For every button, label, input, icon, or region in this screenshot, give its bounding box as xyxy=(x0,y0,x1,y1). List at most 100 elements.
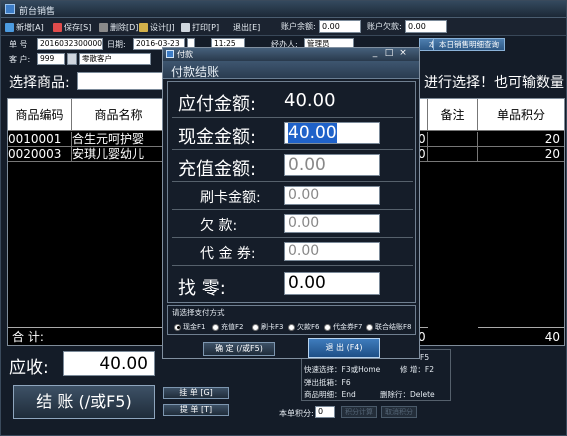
method-card-radio[interactable]: 刷卡F3 xyxy=(252,322,283,332)
radio-icon xyxy=(324,323,331,331)
dialog-title: 付款 xyxy=(177,50,193,59)
debt-input[interactable]: 0.00 xyxy=(284,214,380,233)
shortcut-popup: 弹出抵箱：F6 xyxy=(304,378,351,387)
method-cash-radio[interactable]: 现金F1 xyxy=(174,322,205,332)
shortcut-delete-row: 删除行：Delete xyxy=(380,390,435,399)
save-icon xyxy=(53,22,62,32)
payment-method-title: 请选择支付方式 xyxy=(172,308,225,317)
score-label: 本单积分: xyxy=(279,409,314,418)
radio-icon xyxy=(288,323,295,331)
table-row-2-remark[interactable] xyxy=(428,147,478,162)
payment-dialog: 付款 _ □ × 付款结账 应付金额: 40.00 现金金额: 40.00 充值… xyxy=(162,47,420,359)
voucher-row: 代 金 券: 0.00 xyxy=(172,238,413,266)
save-button[interactable]: 保存[S] xyxy=(53,20,91,34)
debt-row: 欠 款: 0.00 xyxy=(172,210,413,238)
table-row-2-name[interactable]: 安琪儿婴幼儿 xyxy=(72,147,166,162)
receivable-amount: 40.00 xyxy=(63,351,155,376)
table-row-1-points[interactable]: 20 xyxy=(478,132,564,147)
recharge-input[interactable]: 0.00 xyxy=(284,154,380,176)
hang-order-button[interactable]: 挂 单 [G] xyxy=(163,387,229,399)
dialog-exit-button[interactable]: 退 出 (F4) xyxy=(308,338,380,358)
shortcut-modify: 修 增：F2 xyxy=(400,365,434,374)
cash-row: 现金金额: 40.00 xyxy=(172,118,413,150)
confirm-button[interactable]: 确 定 (/或F5) xyxy=(203,342,275,356)
radio-icon xyxy=(212,323,219,331)
checkout-button[interactable]: 结 账 (/或F5) xyxy=(13,385,155,419)
payment-method-group: 请选择支付方式 现金F1 充值F2 刷卡F3 欠款F6 代金券F7 联合结账F8 xyxy=(167,305,416,335)
score-field[interactable]: 0 xyxy=(315,406,335,418)
radio-selected-icon xyxy=(174,323,181,331)
method-voucher-radio[interactable]: 代金券F7 xyxy=(324,322,362,332)
table-row-2-code[interactable]: 0020003 xyxy=(8,147,72,162)
change-label: 找 零: xyxy=(178,278,226,299)
method-recharge-radio[interactable]: 充值F2 xyxy=(212,322,243,332)
col-header-points[interactable]: 单品积分 xyxy=(478,99,564,131)
total-label: 合 计: xyxy=(8,327,168,345)
customer-name-field[interactable]: 零散客户 xyxy=(79,53,151,65)
account-debt-label: 账户欠款: xyxy=(367,22,402,31)
shortcut-quick-select: 快速选择：F3或Home xyxy=(304,365,381,374)
design-icon xyxy=(139,22,148,32)
pick-order-button[interactable]: 提 单 [T] xyxy=(163,404,229,416)
exit-button[interactable]: 退出[E] xyxy=(233,20,260,34)
voucher-input[interactable]: 0.00 xyxy=(284,242,380,261)
select-product-label: 选择商品: xyxy=(9,75,70,91)
daily-detail-button[interactable]: 本日销售明细查询 xyxy=(433,38,505,51)
change-row: 找 零: 0.00 xyxy=(172,268,413,300)
payable-amount: 40.00 xyxy=(284,90,336,111)
dialog-heading: 付款结账 xyxy=(171,65,220,79)
dialog-icon xyxy=(166,50,174,58)
customer-lookup-icon[interactable] xyxy=(67,53,77,65)
minimize-icon[interactable]: _ xyxy=(368,48,382,60)
method-combined-radio[interactable]: 联合结账F8 xyxy=(366,322,411,332)
radio-icon xyxy=(252,323,259,331)
title-bar: 前台销售 xyxy=(1,1,566,18)
maximize-icon[interactable]: □ xyxy=(382,48,396,60)
method-debt-radio[interactable]: 欠款F6 xyxy=(288,322,319,332)
app-icon xyxy=(5,4,15,14)
col-header-name[interactable]: 商品名称 xyxy=(72,99,166,131)
account-debt-field[interactable]: 0.00 xyxy=(405,20,447,33)
col-header-remark[interactable]: 备注 xyxy=(428,99,478,131)
cancel-points-button[interactable]: 取消积分 xyxy=(381,406,417,418)
receivable-label: 应收: xyxy=(9,358,49,378)
customer-code-field[interactable]: 999 xyxy=(37,53,65,65)
cash-input[interactable]: 40.00 xyxy=(284,122,380,144)
table-row-1-code[interactable]: 0010001 xyxy=(8,132,72,147)
table-row-1-name[interactable]: 合生元呵护婴 xyxy=(72,132,166,147)
select-hint: 进行选择！也可输数量 xyxy=(424,75,564,91)
card-input[interactable]: 0.00 xyxy=(284,186,380,205)
new-icon xyxy=(5,22,14,32)
close-icon[interactable]: × xyxy=(396,48,410,60)
debt-label: 欠 款: xyxy=(200,218,238,234)
card-row: 刷卡金额: 0.00 xyxy=(172,182,413,210)
design-button[interactable]: 设计[J] xyxy=(139,20,175,34)
print-button[interactable]: 打印[P] xyxy=(181,20,219,34)
table-row-2-points[interactable]: 20 xyxy=(478,147,564,162)
dialog-header: 付款结账 xyxy=(163,61,419,79)
payable-row: 应付金额: 40.00 xyxy=(172,84,413,118)
voucher-label: 代 金 券: xyxy=(200,246,256,262)
delete-icon xyxy=(99,22,108,32)
payable-label: 应付金额: xyxy=(178,94,257,115)
payment-panel: 应付金额: 40.00 现金金额: 40.00 充值金额: 0.00 刷卡金额:… xyxy=(167,81,416,303)
calc-points-button[interactable]: 积分计算 xyxy=(341,406,377,418)
col-header-code[interactable]: 商品编码 xyxy=(8,99,72,131)
table-row-1-remark[interactable] xyxy=(428,132,478,147)
print-icon xyxy=(181,22,190,32)
total-points: 40 xyxy=(478,327,564,345)
cash-label: 现金金额: xyxy=(178,127,257,148)
window-title: 前台销售 xyxy=(19,7,56,17)
radio-icon xyxy=(366,323,373,331)
product-search-input[interactable] xyxy=(77,72,167,90)
new-button[interactable]: 新增[A] xyxy=(5,20,44,34)
date-label: 日期: xyxy=(107,40,126,49)
shortcut-checkout: F5 xyxy=(420,353,430,362)
toolbar: 新增[A] 保存[S] 删除[D] 设计[J] 打印[P] 退出[E] 账户余额… xyxy=(1,18,566,36)
order-no-label: 单 号 xyxy=(9,40,28,49)
account-balance-field[interactable]: 0.00 xyxy=(319,20,361,33)
delete-button[interactable]: 删除[D] xyxy=(99,20,138,34)
order-no-field[interactable]: 2016032300000001 xyxy=(37,38,103,50)
change-amount: 0.00 xyxy=(284,272,380,295)
account-balance-label: 账户余额: xyxy=(281,22,316,31)
